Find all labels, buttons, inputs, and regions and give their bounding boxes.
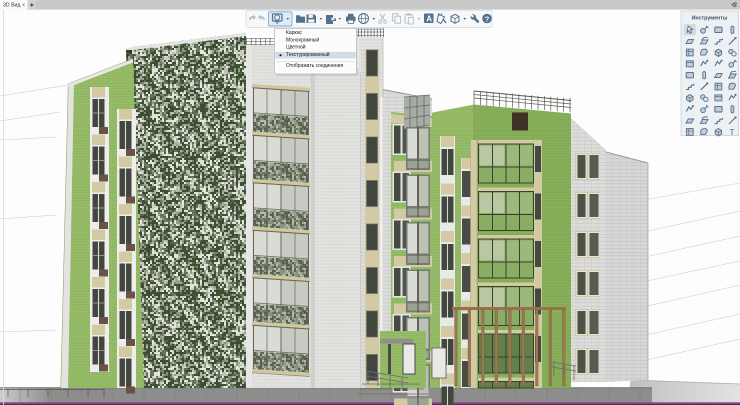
svg-text:T: T: [729, 127, 734, 137]
svg-text:?: ?: [485, 15, 490, 24]
svg-text:3D Вид: 3D Вид: [3, 3, 20, 9]
svg-text:Каркас: Каркас: [286, 30, 303, 36]
svg-text:Отображать соединения: Отображать соединения: [286, 63, 343, 69]
svg-text:A: A: [426, 14, 432, 23]
svg-text:Инструменты: Инструменты: [692, 16, 728, 22]
svg-text:Монохромный: Монохромный: [286, 36, 319, 43]
svg-text:Цветной: Цветной: [286, 44, 306, 51]
svg-text:Текстурированный: Текстурированный: [286, 51, 330, 58]
svg-text:×: ×: [22, 3, 26, 9]
